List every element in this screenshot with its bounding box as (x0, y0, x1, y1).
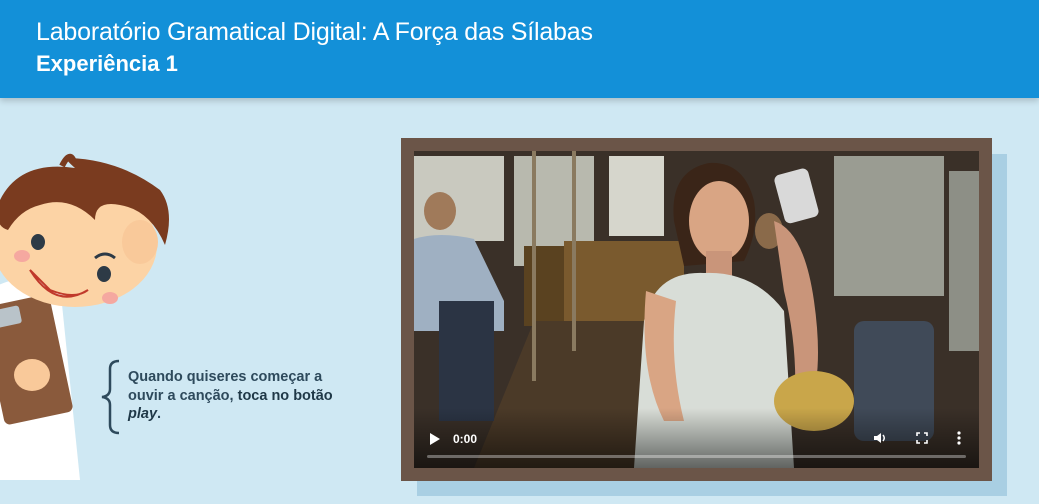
instruction-text: Quando quiseres começar a ouvir a canção… (128, 368, 378, 424)
video-controls: 0:00 (414, 408, 979, 468)
video-player[interactable]: 0:00 (414, 151, 979, 468)
video-current-time: 0:00 (453, 432, 478, 446)
play-icon[interactable] (428, 432, 442, 446)
instruction-play-word: play (128, 406, 158, 422)
instruction-line-1: Quando quiseres começar a (128, 369, 323, 385)
header-bar: Laboratório Gramatical Digital: A Força … (0, 0, 1039, 98)
instruction-emphasis: toca no botão (237, 387, 333, 404)
video-progress-bar[interactable] (427, 455, 966, 458)
mascot-illustration (0, 153, 169, 480)
volume-icon[interactable] (872, 430, 888, 446)
instruction-period: . (157, 406, 162, 422)
fullscreen-icon[interactable] (914, 430, 930, 446)
curly-bracket-icon (101, 359, 120, 435)
page-subtitle: Experiência 1 (36, 51, 178, 76)
more-options-icon[interactable] (951, 430, 967, 446)
instruction-line-2: ouvir a canção, (128, 387, 238, 404)
page-title: Laboratório Gramatical Digital: A Força … (36, 18, 593, 46)
